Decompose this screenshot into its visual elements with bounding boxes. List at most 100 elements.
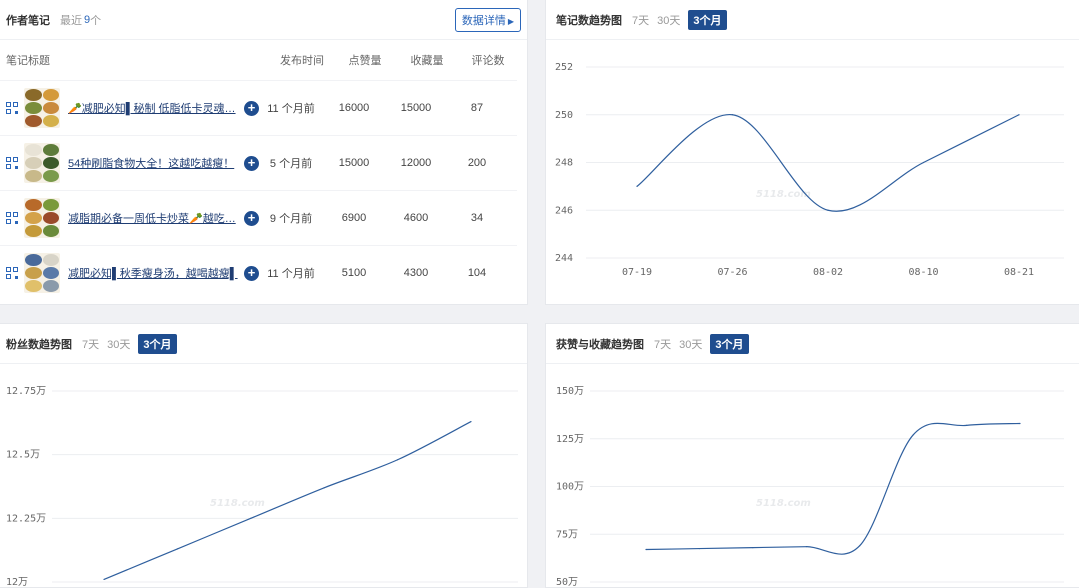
note-comments: 34 bbox=[470, 212, 484, 224]
note-favorites: 15000 bbox=[400, 102, 432, 114]
note-thumbnail[interactable] bbox=[24, 88, 60, 128]
tab-30d[interactable]: 30天 bbox=[657, 12, 680, 28]
watermark-text: 5118.com bbox=[210, 498, 265, 509]
thumb-food-blob bbox=[25, 225, 42, 237]
series-line bbox=[103, 421, 472, 581]
data-point bbox=[912, 434, 914, 436]
x-tick-label: 08-21 bbox=[1004, 267, 1034, 278]
note-favorites: 12000 bbox=[400, 157, 432, 169]
table-row: 减脂期必备一周低卡炒菜🥕越吃… + 9 个月前 6900 4600 34 bbox=[0, 190, 517, 245]
data-point bbox=[636, 185, 638, 187]
y-tick-label: 12.75万 bbox=[6, 386, 46, 397]
data-point bbox=[250, 517, 252, 519]
thumb-food-blob bbox=[25, 199, 42, 211]
data-point bbox=[103, 578, 105, 581]
note-comments: 104 bbox=[467, 267, 487, 279]
note-comments: 200 bbox=[467, 157, 487, 169]
note-publish-time: 9 个月前 bbox=[269, 213, 313, 225]
notes-table-body: 🥕减肥必知▌秘制 低脂低卡灵魂… + 11 个月前 16000 15000 87… bbox=[0, 80, 527, 300]
note-title-link[interactable]: 减肥必知▌秋季瘦身汤，越喝越瘦▌ bbox=[68, 265, 238, 281]
notes-panel-header: 作者笔记 最近 9 个 数据详情 ▶ bbox=[0, 0, 527, 40]
thumb-food-blob bbox=[42, 144, 59, 156]
tab-7d[interactable]: 7天 bbox=[632, 12, 649, 28]
note-title-link[interactable]: 减脂期必备一周低卡炒菜🥕越吃… bbox=[68, 210, 238, 226]
y-tick-label: 125万 bbox=[556, 434, 584, 445]
note-title-link[interactable]: 🥕减肥必知▌秘制 低脂低卡灵魂… bbox=[68, 100, 238, 116]
notes-trend-chart: 5118.com24424624825025207-19 07-26 08-02 08… bbox=[555, 62, 1064, 278]
thumb-food-blob bbox=[25, 89, 42, 101]
data-detail-button[interactable]: 数据详情 ▶ bbox=[454, 7, 521, 32]
add-icon[interactable]: + bbox=[244, 155, 259, 171]
qr-code-icon[interactable] bbox=[6, 212, 18, 224]
data-point bbox=[805, 546, 807, 548]
recent-unit: 个 bbox=[90, 14, 102, 27]
col-favorites: 收藏量 bbox=[410, 55, 444, 67]
note-thumbnail[interactable] bbox=[24, 253, 60, 293]
data-point bbox=[470, 420, 472, 423]
thumb-food-blob bbox=[25, 170, 42, 182]
note-title-link[interactable]: 54种刷脂食物大全！这越吃越瘦！ bbox=[68, 155, 238, 171]
data-point bbox=[176, 548, 178, 550]
thumb-food-blob bbox=[42, 267, 59, 279]
tab-3m[interactable]: 3个月 bbox=[688, 9, 727, 30]
col-time: 发布时间 bbox=[280, 55, 324, 67]
thumb-food-blob bbox=[25, 144, 42, 156]
note-likes: 5100 bbox=[341, 267, 367, 279]
qr-code-icon[interactable] bbox=[6, 102, 18, 114]
tab-30d[interactable]: 30天 bbox=[107, 336, 130, 352]
add-icon[interactable]: + bbox=[244, 265, 259, 281]
qr-code-icon[interactable] bbox=[6, 157, 18, 169]
note-publish-time: 11 个月前 bbox=[267, 268, 315, 280]
thumb-food-blob bbox=[42, 225, 59, 237]
likes-fav-trend-header: 获赞与收藏趋势图 7天 30天 3个月 bbox=[546, 324, 1079, 364]
watermark-text: 5118.com bbox=[756, 498, 811, 509]
note-thumbnail[interactable] bbox=[24, 143, 60, 183]
table-row: 减肥必知▌秋季瘦身汤，越喝越瘦▌ + 11 个月前 5100 4300 104 bbox=[0, 245, 517, 300]
data-point bbox=[698, 547, 701, 550]
thumb-food-blob bbox=[25, 254, 42, 266]
fans-trend-title: 粉丝数趋势图 bbox=[6, 338, 72, 351]
tab-3m[interactable]: 3个月 bbox=[710, 333, 749, 354]
thumb-food-blob bbox=[42, 89, 59, 101]
fans-trend-panel: 粉丝数趋势图 7天 30天 3个月 5118.com 12万 12.25万 12.5万… bbox=[0, 323, 528, 588]
y-tick-label: 250 bbox=[555, 110, 573, 121]
caret-right-icon: ▶ bbox=[507, 16, 514, 26]
add-icon[interactable]: + bbox=[244, 210, 259, 226]
author-notes-panel: 作者笔记 最近 9 个 数据详情 ▶ 笔记标题 发布时间 点赞量 收藏量 评论数 … bbox=[0, 0, 528, 305]
notes-table-header: 笔记标题 发布时间 点赞量 收藏量 评论数 bbox=[0, 40, 527, 80]
tab-30d[interactable]: 30天 bbox=[679, 336, 702, 352]
x-tick-label: 08-10 bbox=[908, 267, 938, 278]
thumb-food-blob bbox=[42, 157, 59, 169]
tab-3m[interactable]: 3个月 bbox=[138, 333, 177, 354]
note-publish-time: 5 个月前 bbox=[269, 158, 313, 170]
y-tick-label: 100万 bbox=[556, 482, 584, 493]
data-detail-label: 数据详情 bbox=[461, 14, 506, 27]
data-point bbox=[1018, 114, 1020, 116]
note-likes: 15000 bbox=[338, 157, 370, 169]
fans-trend-chart: 5118.com12万12.25万12.5万12.75万 bbox=[6, 386, 518, 587]
y-tick-label: 248 bbox=[555, 158, 573, 169]
tab-7d[interactable]: 7天 bbox=[82, 336, 99, 352]
likes-fav-trend-title: 获赞与收藏趋势图 bbox=[556, 338, 644, 351]
likes-fav-trend-panel: 获赞与收藏趋势图 7天 30天 3个月 5118.com 50万 75万 100万 12… bbox=[545, 323, 1079, 588]
note-thumbnail[interactable] bbox=[24, 198, 60, 238]
data-point bbox=[397, 459, 399, 461]
thumb-food-blob bbox=[42, 212, 59, 224]
qr-code-icon[interactable] bbox=[6, 267, 18, 279]
col-likes: 点赞量 bbox=[348, 55, 382, 67]
add-icon[interactable]: + bbox=[244, 100, 259, 116]
tab-7d[interactable]: 7天 bbox=[654, 336, 671, 352]
col-comments: 评论数 bbox=[471, 55, 505, 67]
y-tick-label: 246 bbox=[555, 205, 573, 216]
data-point bbox=[752, 547, 754, 549]
likes-fav-trend-chart: 5118.com50万75万100万125万150万 bbox=[556, 386, 1064, 587]
y-tick-label: 252 bbox=[555, 62, 573, 73]
thumb-food-blob bbox=[25, 280, 42, 292]
table-row: 🥕减肥必知▌秘制 低脂低卡灵魂… + 11 个月前 16000 15000 87 bbox=[0, 80, 517, 135]
thumb-food-blob bbox=[25, 157, 42, 169]
note-favorites: 4300 bbox=[403, 267, 429, 279]
x-tick-label: 07-26 bbox=[717, 267, 747, 278]
col-title: 笔记标题 bbox=[6, 55, 50, 67]
data-point bbox=[859, 545, 861, 547]
thumb-food-blob bbox=[25, 102, 42, 114]
